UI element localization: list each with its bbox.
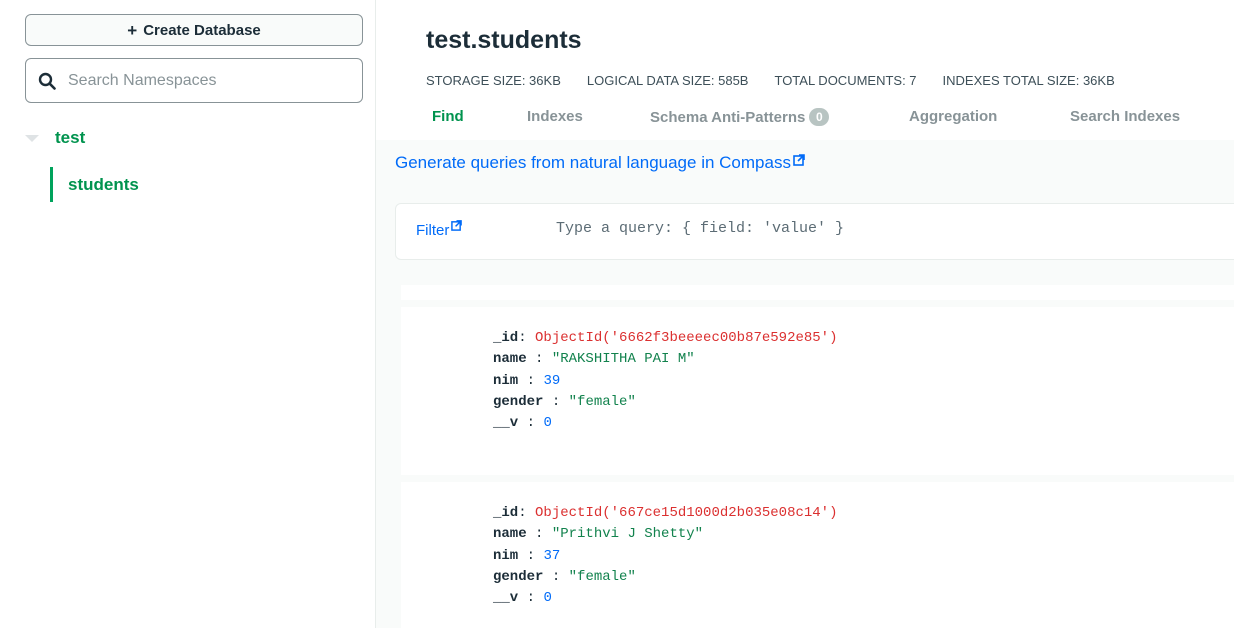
document-card[interactable]: _id: ObjectId('6662f3beeeec00b87e592e85'…: [401, 307, 1234, 475]
search-icon: [38, 72, 56, 90]
filter-label[interactable]: Filter: [416, 220, 463, 239]
field-key: __v: [493, 415, 519, 431]
document-field: _id: ObjectId('667ce15d1000d2b035e08c14'…: [493, 505, 838, 521]
field-key: gender: [493, 394, 544, 410]
field-value: 0: [543, 415, 552, 431]
search-namespaces-box[interactable]: [25, 58, 363, 103]
filter-query-input[interactable]: [556, 220, 1216, 237]
field-value: 37: [543, 548, 561, 564]
field-key: __v: [493, 590, 519, 606]
external-link-icon: [793, 154, 805, 166]
tab-schema-anti-patterns[interactable]: Schema Anti-Patterns 0: [650, 108, 830, 126]
field-value: 0: [543, 590, 552, 606]
stat-indexes-total-size: INDEXES TOTAL SIZE: 36KB: [942, 73, 1115, 88]
natural-language-compass-link[interactable]: Generate queries from natural language i…: [395, 153, 805, 173]
external-link-icon: [451, 220, 463, 231]
stat-logical-data-size: LOGICAL DATA SIZE: 585B: [586, 73, 749, 88]
tab-schema-anti-patterns-label: Schema Anti-Patterns: [650, 109, 806, 126]
collection-stats: STORAGE SIZE: 36KB LOGICAL DATA SIZE: 58…: [426, 73, 1141, 88]
filter-label-text: Filter: [416, 222, 450, 239]
tab-bar: Find Indexes Schema Anti-Patterns 0 Aggre…: [376, 108, 1234, 136]
document-field: __v : 0: [493, 590, 552, 606]
tab-find[interactable]: Find: [432, 108, 464, 125]
field-value: ObjectId('6662f3beeeec00b87e592e85'): [535, 330, 838, 346]
collection-header: test.students STORAGE SIZE: 36KB LOGICAL…: [376, 0, 1234, 140]
field-key: name: [493, 351, 527, 367]
create-database-label: Create Database: [143, 21, 261, 39]
collection-item-students[interactable]: students: [50, 167, 139, 202]
field-value: "Prithvi J Shetty": [551, 526, 704, 542]
search-namespaces-input[interactable]: [68, 71, 338, 90]
count-badge: 0: [809, 108, 830, 126]
field-key: nim: [493, 548, 519, 564]
collection-name: students: [68, 174, 139, 194]
plus-icon: +: [127, 20, 138, 40]
tab-search-indexes[interactable]: Search Indexes: [1070, 108, 1180, 125]
page-title: test.students: [426, 26, 582, 54]
document-field: gender : "female": [493, 394, 636, 410]
stat-total-documents: TOTAL DOCUMENTS: 7: [774, 73, 917, 88]
natural-language-link-text: Generate queries from natural language i…: [395, 153, 791, 172]
field-key: _id: [493, 505, 519, 521]
database-item-test[interactable]: test: [25, 126, 85, 150]
field-value: "female": [568, 394, 636, 410]
document-field: _id: ObjectId('6662f3beeeec00b87e592e85'…: [493, 330, 838, 346]
field-value: 39: [543, 373, 561, 389]
tab-indexes[interactable]: Indexes: [527, 108, 583, 125]
field-value: "RAKSHITHA PAI M": [551, 351, 695, 367]
filter-bar: Filter: [395, 203, 1234, 260]
caret-down-icon[interactable]: [25, 134, 39, 142]
document-field: name : "RAKSHITHA PAI M": [493, 351, 695, 367]
sidebar: + Create Database test students: [0, 0, 376, 628]
field-key: _id: [493, 330, 519, 346]
document-field: gender : "female": [493, 569, 636, 585]
field-key: name: [493, 526, 527, 542]
database-name: test: [55, 128, 86, 147]
document-field: nim : 39: [493, 373, 561, 389]
field-key: nim: [493, 373, 519, 389]
document-field: nim : 37: [493, 548, 561, 564]
field-key: gender: [493, 569, 544, 585]
document-card[interactable]: _id: ObjectId('667ce15d1000d2b035e08c14'…: [401, 482, 1234, 628]
document-field: name : "Prithvi J Shetty": [493, 526, 704, 542]
field-value: ObjectId('667ce15d1000d2b035e08c14'): [535, 505, 838, 521]
field-value: "female": [568, 569, 636, 585]
results-toolbar-strip: [401, 285, 1234, 300]
tab-aggregation[interactable]: Aggregation: [909, 108, 997, 125]
document-field: __v : 0: [493, 415, 552, 431]
stat-storage-size: STORAGE SIZE: 36KB: [426, 73, 561, 88]
main-panel: test.students STORAGE SIZE: 36KB LOGICAL…: [376, 0, 1234, 628]
create-database-button[interactable]: + Create Database: [25, 14, 363, 46]
